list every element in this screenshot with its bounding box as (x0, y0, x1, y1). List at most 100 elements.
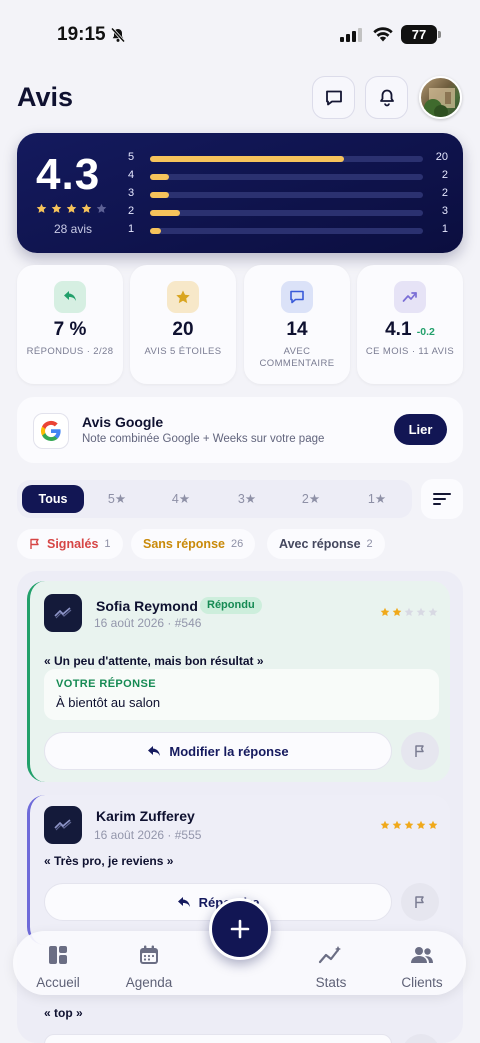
chip-avec-reponse[interactable]: Avec réponse 2 (267, 529, 385, 559)
star-level: 4 (128, 169, 135, 181)
sort-icon (433, 493, 451, 505)
bar-track (150, 156, 423, 162)
flag-icon (415, 896, 424, 908)
review-meta: 16 août 2026 · #546 (94, 616, 202, 630)
stat-delta: -0.2 (416, 326, 435, 338)
star-count: 20 (435, 151, 448, 163)
star-icon (51, 203, 62, 213)
flag-icon (30, 538, 39, 549)
sort-button[interactable] (421, 479, 463, 519)
nav-clients[interactable]: Clients (377, 944, 467, 990)
review-count: 28 avis (54, 222, 93, 236)
stat-tile[interactable]: 7 % RÉPONDUS · 2/28 (17, 265, 123, 384)
star-icon (96, 203, 107, 213)
bar-fill (150, 228, 161, 234)
review-text: « Très pro, je reviens » (44, 854, 174, 868)
reply-icon (177, 897, 190, 907)
button-label: Modifier la réponse (169, 743, 289, 759)
rating-bar-3: 32 (128, 187, 448, 203)
star-count: 2 (441, 169, 448, 181)
rating-bar-4: 42 (128, 169, 448, 185)
edit-reply-button[interactable]: Modifier la réponse (44, 732, 392, 770)
review-stars (380, 820, 438, 830)
star-count: 1 (441, 223, 448, 235)
star-icon (416, 820, 426, 829)
average-stars (36, 203, 107, 214)
chip-count: 1 (104, 538, 111, 550)
bar-track (150, 192, 423, 198)
trend-up-icon (394, 281, 426, 313)
star-icon (404, 820, 414, 829)
stat-value: 14 (244, 319, 350, 341)
star-icon (392, 607, 402, 616)
bar-track (150, 228, 423, 234)
bar-fill (150, 174, 170, 180)
add-button[interactable] (209, 898, 271, 960)
status-bar: 19:15 77 (0, 0, 480, 70)
plus-icon (230, 919, 250, 939)
star-icon (404, 607, 414, 616)
nav-label: Agenda (125, 975, 173, 990)
reviewer-avatar (44, 594, 82, 632)
bar-track (150, 210, 423, 216)
star-icon (416, 607, 426, 616)
tab-2-stars[interactable]: 2★ (282, 485, 340, 513)
reply-text: À bientôt au salon (56, 695, 161, 710)
avatar[interactable] (419, 76, 462, 119)
stat-tile[interactable]: 14 AVEC COMMENTAIRE (244, 265, 350, 384)
star-icon (380, 607, 390, 616)
notifications-button[interactable] (365, 76, 408, 119)
stat-tile[interactable]: 4.1 -0.2 CE MOIS · 11 AVIS (357, 265, 463, 384)
star-level: 3 (128, 187, 135, 199)
star-icon (36, 203, 47, 213)
star-icon (428, 820, 438, 829)
chip-sans-reponse[interactable]: Sans réponse 26 (131, 529, 256, 559)
star-icon (66, 203, 77, 213)
stat-tile[interactable]: 20 AVIS 5 ÉTOILES (130, 265, 236, 384)
stat-value-number: 4.1 (385, 319, 412, 340)
reply-button[interactable] (44, 1034, 392, 1043)
clients-icon (411, 947, 433, 963)
reply-label: VOTRE RÉPONSE (56, 678, 156, 690)
tab-1-stars[interactable]: 1★ (348, 485, 406, 513)
bar-fill (150, 192, 170, 198)
reply-icon (54, 281, 86, 313)
nav-stats[interactable]: Stats (286, 944, 376, 990)
review-text: « top » (44, 1006, 83, 1020)
status-time: 19:15 (57, 24, 106, 45)
chip-count: 26 (230, 538, 244, 550)
review-meta: 16 août 2026 · #555 (94, 828, 202, 842)
nav-accueil[interactable]: Accueil (13, 944, 103, 990)
rating-bar-2: 23 (128, 205, 448, 221)
nav-agenda[interactable]: Agenda (104, 944, 194, 990)
tab-4-stars[interactable]: 4★ (152, 485, 210, 513)
chip-signales[interactable]: Signalés 1 (17, 529, 123, 559)
average-rating: 4.3 (36, 150, 101, 199)
report-button[interactable] (401, 732, 439, 770)
rating-bar-5: 5 20 (128, 151, 448, 167)
chip-label: Sans réponse (143, 537, 225, 551)
reviewer-name: Sofia Reymond (96, 598, 198, 614)
star-icon (428, 607, 438, 616)
reply-icon (148, 746, 161, 756)
review-text: « Un peu d'attente, mais bon résultat » (44, 654, 264, 668)
page-title: Avis (17, 82, 74, 112)
star-icon (380, 820, 390, 829)
flag-icon (415, 745, 424, 757)
bell-off-icon (110, 27, 126, 43)
review-stars (380, 607, 438, 617)
chip-label: Avec réponse (279, 537, 361, 551)
star-icon (81, 203, 92, 213)
stat-label: AVIS 5 ÉTOILES (144, 346, 222, 357)
link-google-button[interactable]: Lier (394, 414, 447, 445)
wifi-icon (372, 25, 394, 42)
chip-count: 2 (366, 538, 373, 550)
messages-button[interactable] (312, 76, 355, 119)
bar-fill (150, 210, 181, 216)
tab-5-stars[interactable]: 5★ (88, 485, 146, 513)
stat-label: RÉPONDUS · 2/28 (26, 346, 114, 357)
report-button[interactable] (401, 883, 439, 921)
stat-value: 20 (130, 319, 236, 341)
tab-tous[interactable]: Tous (22, 485, 84, 513)
tab-3-stars[interactable]: 3★ (218, 485, 276, 513)
